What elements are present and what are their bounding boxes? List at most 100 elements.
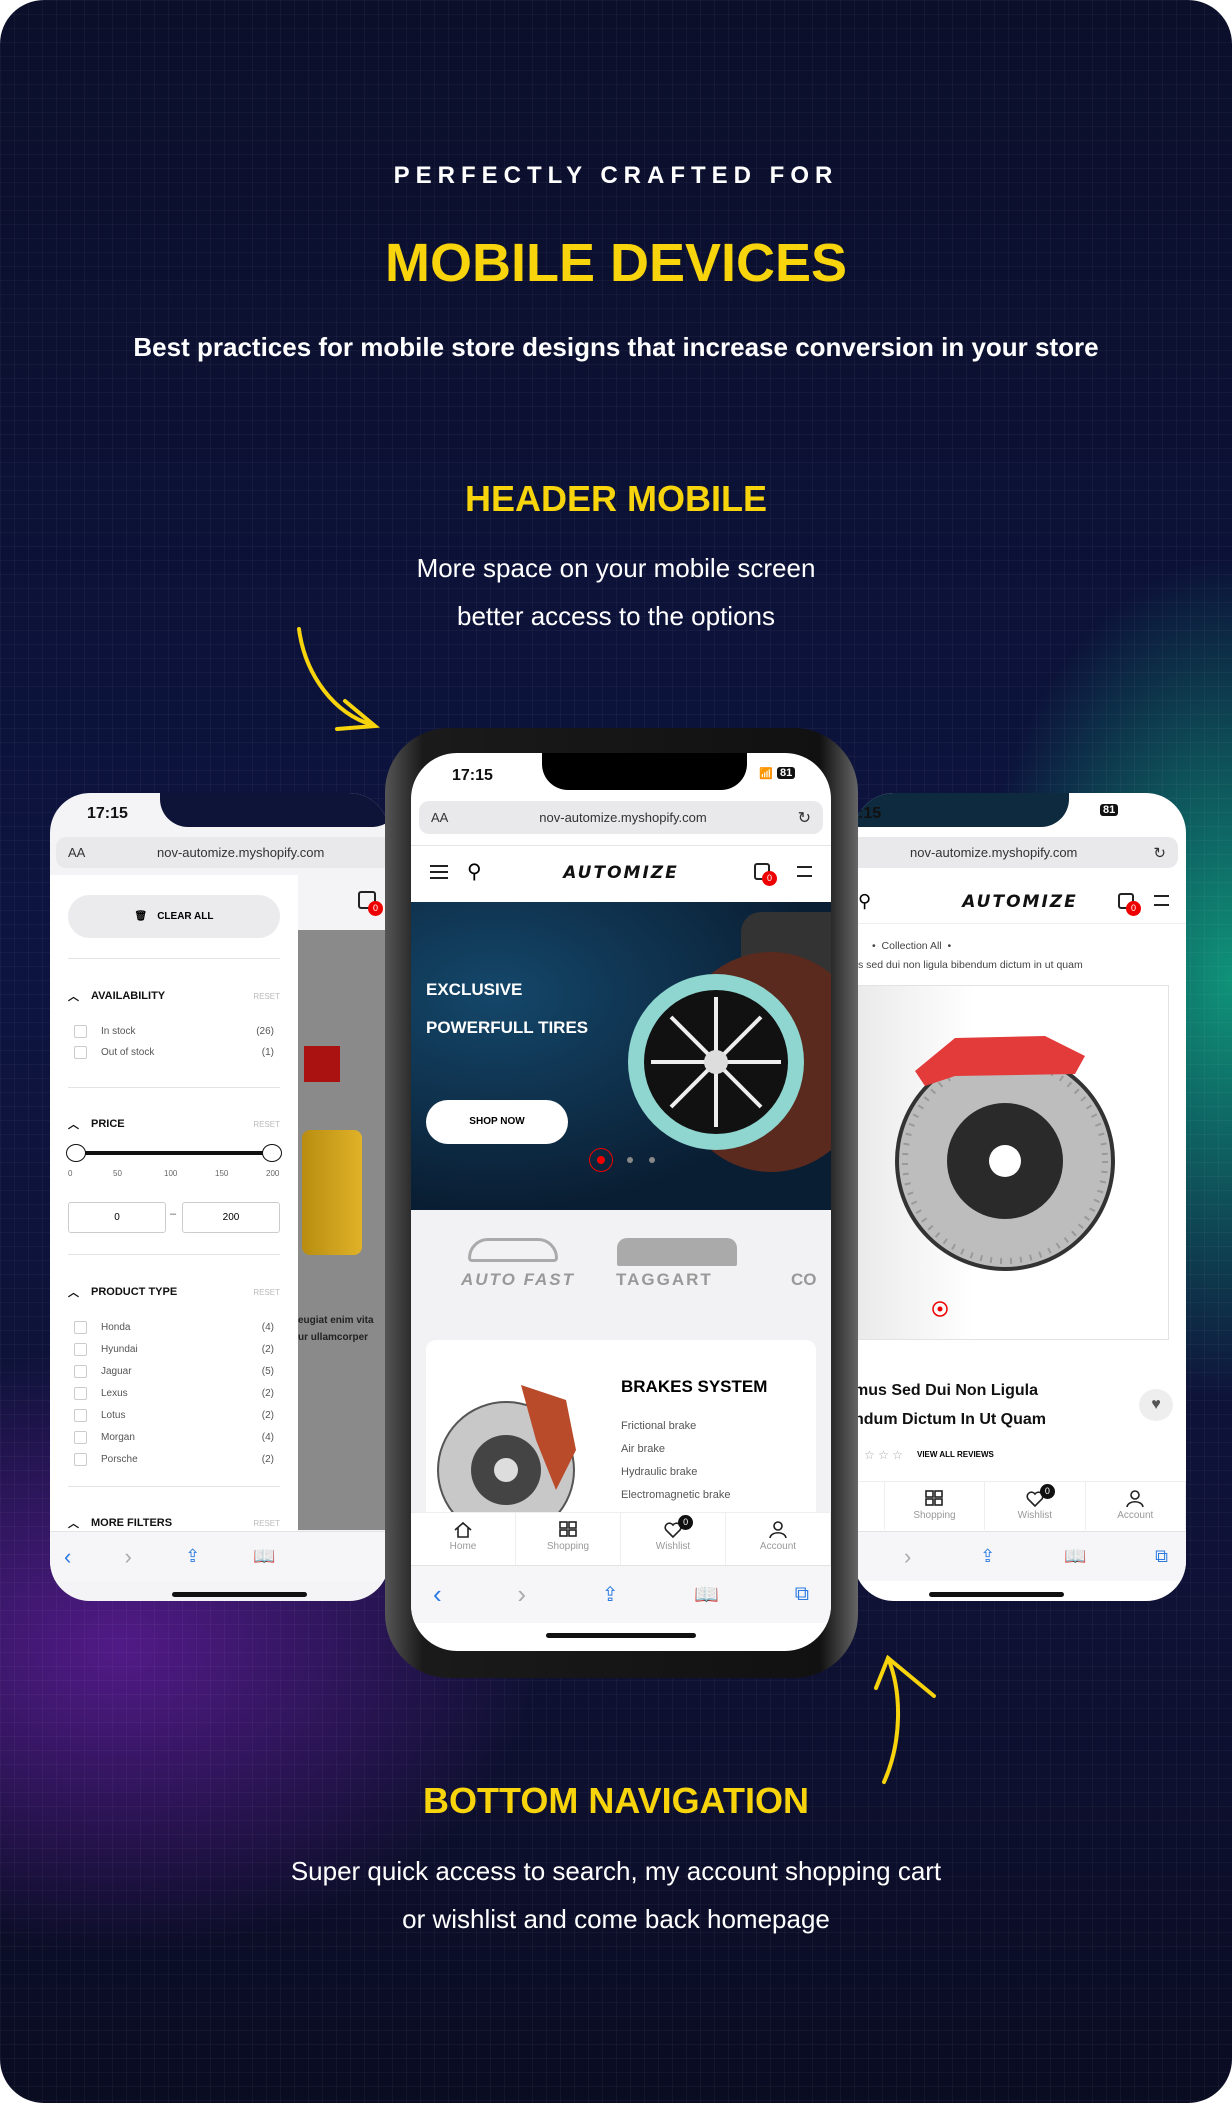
brand-logo[interactable]: AUTO FAST: [461, 1270, 575, 1290]
nav-wishlist[interactable]: Wishlist 0: [621, 1513, 726, 1565]
category-link[interactable]: Frictional brake: [621, 1420, 696, 1432]
kicker: PERFECTLY CRAFTED FOR: [393, 162, 839, 189]
bookmarks-icon[interactable]: 📖: [1064, 1546, 1086, 1567]
forward-icon[interactable]: ›: [125, 1544, 132, 1570]
product-image[interactable]: [854, 985, 1169, 1340]
checkbox[interactable]: [74, 1046, 87, 1059]
slide-dot[interactable]: [649, 1157, 655, 1163]
product-grid-overlay[interactable]: eugiat enim vita ur ullamcorper: [298, 930, 389, 1530]
reset-link[interactable]: RESET: [253, 1519, 280, 1528]
menu-icon[interactable]: [1154, 895, 1169, 906]
view-all-reviews-link[interactable]: VIEW ALL REVIEWS: [917, 1450, 994, 1459]
address-bar[interactable]: AA nov-automize.myshopify.com: [56, 837, 389, 868]
price-min-input[interactable]: 0: [68, 1202, 166, 1233]
bookmarks-icon[interactable]: 📖: [253, 1546, 275, 1567]
nav-account[interactable]: Account: [1086, 1482, 1186, 1530]
category-title[interactable]: BRAKES SYSTEM: [621, 1377, 767, 1397]
divider: [68, 1254, 280, 1255]
battery-icon: 81: [777, 767, 796, 779]
nav-shopping[interactable]: Shopping: [885, 1482, 986, 1530]
more-filters-header[interactable]: ︿ MORE FILTERS RESET: [68, 1515, 280, 1531]
checkbox[interactable]: [74, 1025, 87, 1038]
address-bar[interactable]: nov-automize.myshopify.com ↻: [854, 837, 1178, 868]
divider: [411, 845, 831, 846]
price-max-input[interactable]: 200: [182, 1202, 280, 1233]
checkbox[interactable]: [74, 1321, 87, 1334]
menu-lines-icon[interactable]: [797, 866, 812, 877]
nav-wishlist[interactable]: Wishlist 0: [985, 1482, 1086, 1530]
bottom-nav: Home Shopping Wishlist 0 Account: [411, 1512, 831, 1565]
checkbox[interactable]: [74, 1431, 87, 1444]
forward-icon[interactable]: ›: [517, 1579, 526, 1610]
availability-header[interactable]: ︿ AVAILABILITY RESET: [68, 988, 280, 1004]
price-header[interactable]: ︿ PRICE RESET: [68, 1116, 280, 1132]
share-icon[interactable]: ⇪: [602, 1582, 619, 1607]
reset-link[interactable]: RESET: [253, 1288, 280, 1297]
reader-button[interactable]: AA: [68, 845, 85, 860]
option-name: Hyundai: [101, 1344, 138, 1355]
reload-icon[interactable]: ↻: [798, 808, 811, 828]
status-time: 17:15: [452, 767, 493, 784]
brand-logo[interactable]: TAGGART: [616, 1270, 713, 1290]
breadcrumb[interactable]: • Collection All •: [872, 940, 951, 952]
tabs-icon[interactable]: ⧉: [1155, 1546, 1168, 1567]
price-slider-track[interactable]: [74, 1151, 274, 1155]
home-indicator: [546, 1633, 696, 1638]
filter-option[interactable]: Porsche (2): [74, 1453, 274, 1466]
nav-home[interactable]: Home: [411, 1513, 516, 1565]
cart-icon[interactable]: 0: [754, 863, 777, 886]
share-icon[interactable]: ⇪: [185, 1546, 200, 1567]
nav-account[interactable]: Account: [726, 1513, 831, 1565]
category-link[interactable]: Hydraulic brake: [621, 1466, 697, 1478]
bottom-nav: Shopping Wishlist 0 Account: [854, 1481, 1186, 1530]
slide-dot[interactable]: [627, 1157, 633, 1163]
url-text: nov-automize.myshopify.com: [539, 810, 707, 825]
address-bar[interactable]: AA nov-automize.myshopify.com ↻: [419, 801, 823, 834]
category-card[interactable]: BRAKES SYSTEM Frictional brake Air brake H…: [426, 1340, 816, 1540]
shop-now-button[interactable]: SHOP NOW: [426, 1100, 568, 1144]
filter-option[interactable]: Hyundai (2): [74, 1343, 274, 1356]
price-max-handle[interactable]: [262, 1144, 282, 1162]
category-link[interactable]: Electromagnetic brake: [621, 1489, 730, 1501]
checkbox[interactable]: [74, 1409, 87, 1422]
category-link[interactable]: Air brake: [621, 1443, 665, 1455]
filter-option[interactable]: Lotus (2): [74, 1409, 274, 1422]
hero-banner[interactable]: EXCLUSIVE POWERFULL TIRES SHOP NOW: [411, 902, 831, 1210]
breadcrumb-link[interactable]: Collection All: [882, 940, 942, 952]
back-icon[interactable]: ‹: [64, 1544, 71, 1570]
reset-link[interactable]: RESET: [253, 1120, 280, 1129]
reload-icon[interactable]: ↻: [1153, 844, 1166, 862]
wishlist-heart-button[interactable]: ♥: [1139, 1389, 1173, 1421]
reset-link[interactable]: RESET: [253, 992, 280, 1001]
product-type-header[interactable]: ︿ PRODUCT TYPE RESET: [68, 1284, 280, 1300]
checkbox[interactable]: [74, 1387, 87, 1400]
filter-option[interactable]: Lexus (2): [74, 1387, 274, 1400]
reader-button[interactable]: AA: [431, 810, 448, 825]
checkbox[interactable]: [74, 1453, 87, 1466]
filter-option[interactable]: In stock (26): [74, 1025, 274, 1038]
forward-icon[interactable]: ›: [904, 1544, 911, 1570]
bookmarks-icon[interactable]: 📖: [694, 1582, 719, 1607]
clear-all-button[interactable]: 🗑 CLEAR ALL: [68, 895, 280, 938]
filter-option[interactable]: Jaguar (5): [74, 1365, 274, 1378]
filter-option[interactable]: Out of stock (1): [74, 1046, 274, 1059]
checkbox[interactable]: [74, 1343, 87, 1356]
price-min-handle[interactable]: [66, 1144, 86, 1162]
filter-option[interactable]: Morgan (4): [74, 1431, 274, 1444]
tabs-icon[interactable]: ⧉: [795, 1583, 809, 1606]
nav-home[interactable]: [854, 1482, 885, 1530]
nav-shopping[interactable]: Shopping: [516, 1513, 621, 1565]
option-name: Lexus: [101, 1388, 128, 1399]
grid-view-icon[interactable]: [304, 1046, 340, 1082]
checkbox[interactable]: [74, 1365, 87, 1378]
cart-icon[interactable]: 0: [358, 891, 383, 916]
share-icon[interactable]: ⇪: [980, 1546, 995, 1567]
brand-logo[interactable]: CO: [791, 1270, 817, 1290]
slide-dot-active[interactable]: [589, 1148, 613, 1172]
back-icon[interactable]: ‹: [433, 1579, 442, 1610]
arrow-icon: [874, 1654, 936, 1784]
filter-option[interactable]: Honda (4): [74, 1321, 274, 1334]
status-time: :15: [858, 805, 882, 822]
cart-icon[interactable]: 0: [1118, 893, 1141, 916]
header-mobile-line: More space on your mobile screen: [416, 553, 816, 583]
